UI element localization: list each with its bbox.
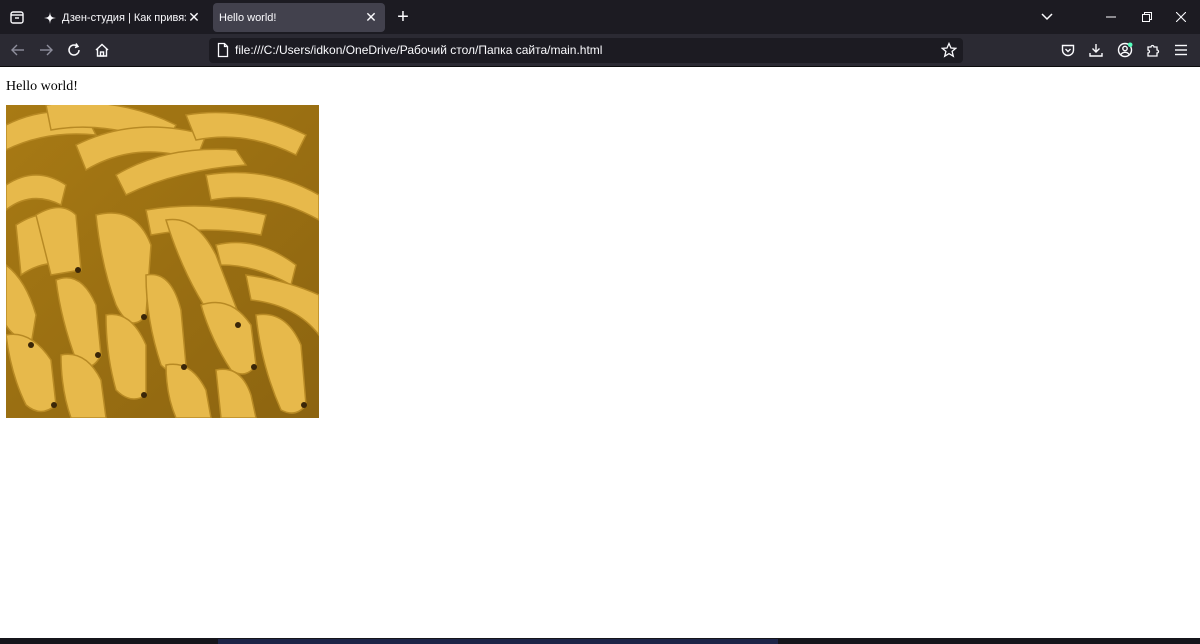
arrow-right-icon bbox=[40, 44, 53, 56]
pocket-icon bbox=[1061, 44, 1075, 57]
taskbar-highlight bbox=[218, 639, 778, 644]
arrow-left-icon bbox=[11, 44, 24, 56]
downloads-button[interactable] bbox=[1083, 37, 1109, 63]
reload-button[interactable] bbox=[61, 37, 87, 63]
account-button[interactable] bbox=[1112, 37, 1138, 63]
bookmark-star-icon[interactable] bbox=[941, 42, 957, 58]
close-window-button[interactable] bbox=[1164, 0, 1198, 34]
firefox-view-icon bbox=[10, 11, 24, 24]
app-menu-button[interactable] bbox=[1168, 37, 1194, 63]
forward-button[interactable] bbox=[33, 37, 59, 63]
tab-strip: Дзен-студия | Как привязать С ✕ Hello wo… bbox=[0, 0, 1200, 34]
os-taskbar bbox=[0, 638, 1200, 644]
tab-title: Дзен-студия | Как привязать С bbox=[62, 11, 186, 24]
close-tab-icon[interactable]: ✕ bbox=[363, 9, 379, 26]
address-bar[interactable]: file:///C:/Users/idkon/OneDrive/Рабочий … bbox=[209, 38, 963, 63]
extensions-button[interactable] bbox=[1140, 37, 1166, 63]
restore-icon bbox=[1142, 12, 1152, 22]
close-tab-icon[interactable]: ✕ bbox=[186, 9, 202, 26]
list-all-tabs-button[interactable] bbox=[1036, 6, 1058, 28]
reload-icon bbox=[68, 43, 80, 56]
account-icon bbox=[1117, 42, 1133, 58]
minimize-icon bbox=[1106, 16, 1116, 18]
close-icon bbox=[1176, 12, 1186, 22]
chevron-down-icon bbox=[1041, 13, 1053, 21]
page-content: Hello world! bbox=[0, 67, 1200, 638]
home-icon bbox=[95, 43, 109, 57]
pocket-button[interactable] bbox=[1055, 37, 1081, 63]
home-button[interactable] bbox=[89, 37, 115, 63]
minimize-button[interactable] bbox=[1094, 0, 1128, 34]
firefox-view-button[interactable] bbox=[4, 4, 30, 30]
hamburger-menu-icon bbox=[1175, 44, 1187, 56]
tab-dzen-studio[interactable]: Дзен-студия | Как привязать С ✕ bbox=[36, 3, 208, 32]
new-tab-button[interactable]: + bbox=[392, 6, 414, 28]
tab-hello-world[interactable]: Hello world! ✕ bbox=[213, 3, 385, 32]
url-text[interactable]: file:///C:/Users/idkon/OneDrive/Рабочий … bbox=[235, 38, 602, 63]
page-icon bbox=[217, 42, 229, 58]
dzen-star-icon bbox=[42, 10, 58, 26]
restore-button[interactable] bbox=[1130, 0, 1164, 34]
back-button[interactable] bbox=[5, 37, 31, 63]
download-icon bbox=[1089, 44, 1103, 57]
bananas-photo bbox=[6, 105, 319, 418]
tab-title: Hello world! bbox=[219, 11, 277, 24]
page-heading: Hello world! bbox=[6, 79, 78, 94]
puzzle-piece-icon bbox=[1147, 44, 1160, 57]
